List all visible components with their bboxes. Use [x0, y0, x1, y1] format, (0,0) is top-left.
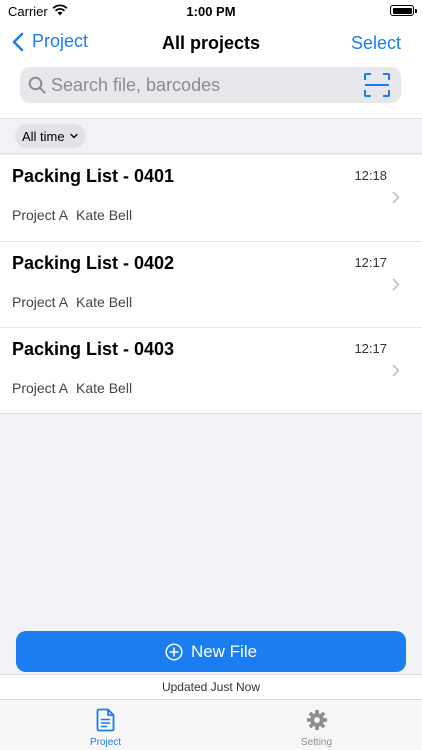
- file-meta: Project A Kate Bell: [12, 294, 132, 310]
- file-project: Project A: [12, 207, 69, 223]
- status-bar: Carrier 1:00 PM: [0, 0, 422, 24]
- filter-bar: All time: [0, 119, 422, 154]
- file-title: Packing List - 0403: [12, 339, 175, 359]
- file-title: Packing List - 0402: [12, 253, 175, 273]
- file-row[interactable]: Packing List - 0401 12:18 Project A Kate …: [0, 155, 422, 241]
- file-project: Project A: [12, 294, 69, 310]
- file-user: Kate Bell: [76, 207, 133, 223]
- gear-icon: [306, 709, 327, 731]
- tab-project-label: Project: [89, 737, 122, 748]
- file-time: 12:17: [354, 341, 387, 356]
- plus-circle-icon: [165, 642, 183, 661]
- file-row[interactable]: Packing List - 0402 12:17 Project A Kate …: [0, 241, 422, 327]
- new-file-label: New File: [190, 641, 258, 661]
- navigation-bar: Project All projects Select: [0, 24, 422, 119]
- file-list: Packing List - 0401 12:18 Project A Kate …: [0, 155, 422, 414]
- barcode-scan-icon[interactable]: [363, 72, 391, 98]
- new-file-button[interactable]: New File: [16, 631, 406, 672]
- chevron-right-icon: [392, 191, 400, 204]
- tab-setting[interactable]: Setting: [211, 700, 422, 750]
- status-time: 1:00 PM: [186, 4, 236, 19]
- file-time: 12:18: [354, 168, 387, 183]
- tab-project[interactable]: Project: [0, 700, 211, 750]
- search-bar: [20, 67, 401, 103]
- file-row[interactable]: Packing List - 0403 12:17 Project A Kate …: [0, 327, 422, 413]
- time-filter-label: All time: [22, 128, 65, 144]
- file-time: 12:17: [354, 255, 387, 270]
- file-user: Kate Bell: [76, 380, 133, 396]
- search-icon: [28, 76, 46, 94]
- time-filter-chip[interactable]: All time: [15, 124, 86, 148]
- chevron-right-icon: [392, 364, 400, 377]
- file-title: Packing List - 0401: [12, 166, 175, 186]
- file-user: Kate Bell: [76, 294, 133, 310]
- file-meta: Project A Kate Bell: [12, 207, 132, 223]
- tab-bar: Project Setting: [0, 699, 422, 750]
- document-icon: [96, 708, 114, 732]
- tab-setting-label: Setting: [300, 737, 333, 748]
- battery-icon: [390, 5, 417, 16]
- chevron-down-icon: [69, 133, 78, 139]
- select-button[interactable]: Select: [351, 33, 401, 54]
- file-meta: Project A Kate Bell: [12, 380, 132, 396]
- search-input[interactable]: [51, 67, 351, 103]
- update-status: Updated Just Now: [0, 674, 422, 699]
- chevron-right-icon: [392, 278, 400, 291]
- file-project: Project A: [12, 380, 69, 396]
